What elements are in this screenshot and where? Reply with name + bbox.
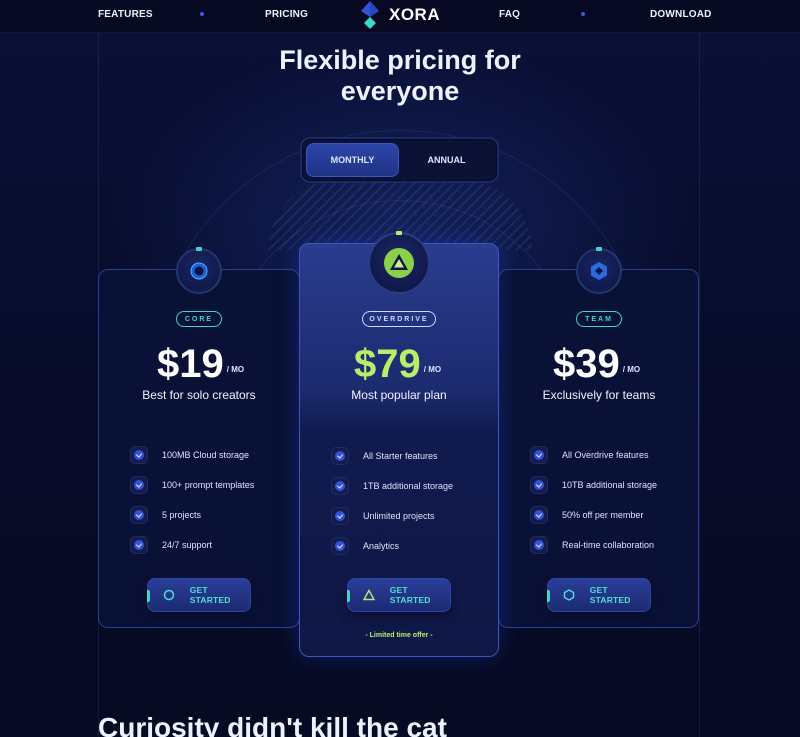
plan-name-badge-core: CORE <box>176 311 222 327</box>
nav-download-link[interactable]: DOWNLOAD <box>650 9 712 20</box>
nav-faq-link[interactable]: FAQ <box>499 9 520 20</box>
nav-features-link[interactable]: FEATURES <box>98 9 153 20</box>
get-started-label: GET STARTED <box>389 585 431 605</box>
price-period: / MO <box>622 365 641 374</box>
nav-separator-dot <box>581 12 585 16</box>
check-icon <box>130 476 148 494</box>
get-started-button-overdrive[interactable]: GET STARTED <box>347 578 451 612</box>
next-section-heading: Curiosity didn't kill the cat <box>98 712 447 737</box>
plan-name-badge-overdrive: OVERDRIVE <box>362 311 436 327</box>
limited-time-offer: - Limited time offer - <box>365 632 433 639</box>
price-amount: $39 <box>553 342 620 386</box>
plan-feature-core: 5 projects <box>130 506 201 524</box>
price-period: / MO <box>226 365 245 374</box>
nav-separator-dot <box>200 12 204 16</box>
price-period: / MO <box>423 365 442 374</box>
check-icon <box>130 446 148 464</box>
plan-feature-core: 100+ prompt templates <box>130 476 254 494</box>
top-nav: FEATURES PRICING XORA FAQ DOWNLOAD <box>0 0 800 33</box>
check-icon <box>530 536 548 554</box>
plan-feature-team: All Overdrive features <box>530 446 649 464</box>
get-started-label: GET STARTED <box>589 585 631 605</box>
plan-feature-overdrive: 1TB additional storage <box>331 477 453 495</box>
hexagon-icon <box>562 588 576 602</box>
core-plan-icon <box>176 247 222 294</box>
circle-icon <box>162 588 176 602</box>
grid-line <box>699 33 700 737</box>
team-hexagon-icon <box>591 262 607 280</box>
plan-price-overdrive: $79 / MO <box>354 344 441 384</box>
overdrive-triangle-icon <box>384 248 414 278</box>
plan-price-team: $39 / MO <box>553 344 640 384</box>
check-icon <box>530 476 548 494</box>
pricing-heading-line2: everyone <box>340 76 460 106</box>
pricing-heading: Flexible pricing for everyone <box>200 45 600 107</box>
plan-tagline-core: Best for solo creators <box>142 388 256 402</box>
plan-tagline-overdrive: Most popular plan <box>351 388 447 402</box>
get-started-label: GET STARTED <box>189 585 231 605</box>
xora-logo-icon <box>361 1 379 29</box>
price-amount: $79 <box>354 342 421 386</box>
check-icon <box>530 506 548 524</box>
plan-price-core: $19 / MO <box>157 344 244 384</box>
plan-feature-team: Real-time collaboration <box>530 536 654 554</box>
get-started-button-core[interactable]: GET STARTED <box>147 578 251 612</box>
plan-name-badge-team: TEAM <box>576 311 622 327</box>
billing-toggle: MONTHLY ANNUAL <box>300 137 499 183</box>
check-icon <box>331 447 349 465</box>
plan-feature-overdrive: Analytics <box>331 537 399 555</box>
get-started-button-team[interactable]: GET STARTED <box>547 578 651 612</box>
price-amount: $19 <box>157 342 224 386</box>
check-icon <box>331 537 349 555</box>
billing-monthly-button[interactable]: MONTHLY <box>306 143 399 177</box>
check-icon <box>331 507 349 525</box>
check-icon <box>331 477 349 495</box>
pricing-heading-line1: Flexible pricing for <box>279 45 521 75</box>
plan-feature-team: 10TB additional storage <box>530 476 657 494</box>
logo[interactable]: XORA <box>355 0 440 30</box>
check-icon <box>130 506 148 524</box>
overdrive-plan-icon <box>368 231 430 294</box>
plan-feature-core: 100MB Cloud storage <box>130 446 249 464</box>
plan-feature-overdrive: All Starter features <box>331 447 438 465</box>
triangle-icon <box>362 588 376 602</box>
nav-pricing-link[interactable]: PRICING <box>265 9 308 20</box>
core-ring-icon <box>190 262 208 280</box>
team-plan-icon <box>576 247 622 294</box>
plan-feature-team: 50% off per member <box>530 506 643 524</box>
plan-feature-overdrive: Unlimited projects <box>331 507 435 525</box>
check-icon <box>130 536 148 554</box>
check-icon <box>530 446 548 464</box>
plan-tagline-team: Exclusively for teams <box>542 388 656 402</box>
plan-feature-core: 24/7 support <box>130 536 212 554</box>
billing-annual-button[interactable]: ANNUAL <box>400 143 493 177</box>
logo-text: XORA <box>389 5 441 24</box>
